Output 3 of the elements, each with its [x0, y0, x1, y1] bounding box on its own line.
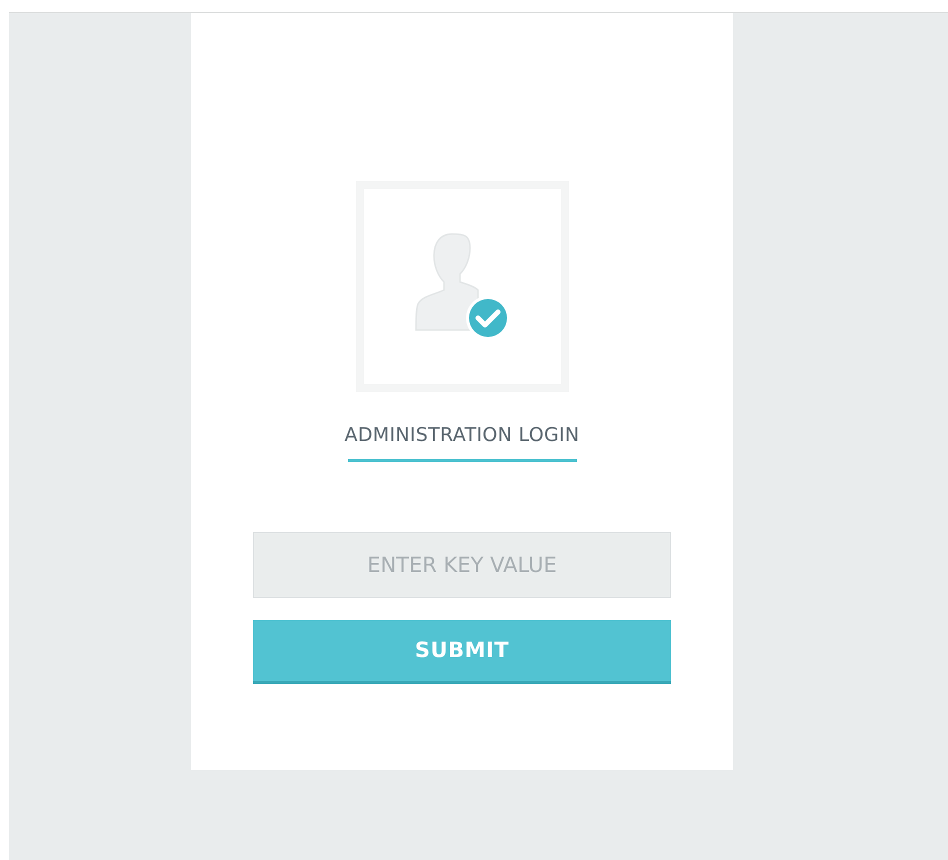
key-input-field[interactable]: ENTER KEY VALUE — [253, 532, 671, 598]
submit-button[interactable]: SUBMIT — [253, 620, 671, 684]
login-title: ADMINISTRATION LOGIN — [344, 424, 580, 447]
